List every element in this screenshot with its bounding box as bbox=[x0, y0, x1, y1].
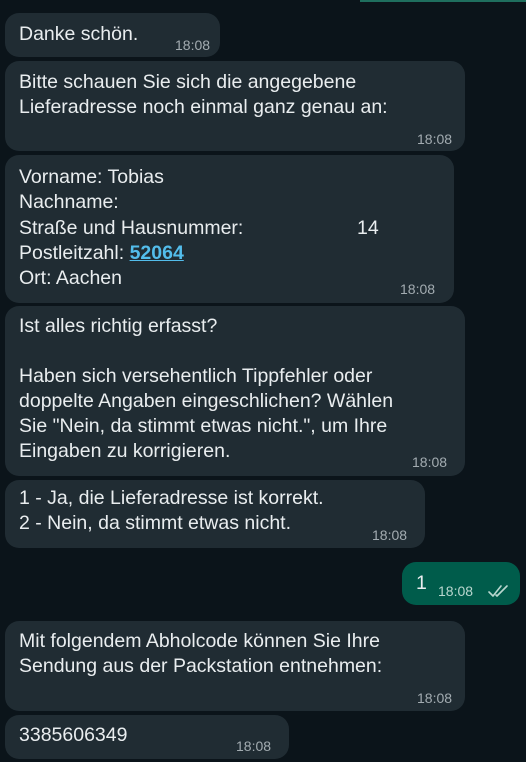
message-bubble-outgoing[interactable]: 1 18:08 bbox=[402, 562, 520, 605]
message-time: 18:08 bbox=[236, 738, 272, 754]
message-bubble-incoming[interactable]: Danke schön. 18:08 bbox=[5, 13, 220, 57]
message-text: Mit folgendem Abholcode können Sie Ihre … bbox=[19, 630, 383, 677]
address-postal-line: Postleitzahl: 52064 bbox=[19, 241, 184, 266]
message-text: Bitte schauen Sie sich die angegebene Li… bbox=[19, 71, 388, 118]
message-time: 18:08 bbox=[412, 454, 448, 470]
address-city: Ort: Aachen bbox=[19, 267, 122, 289]
message-time: 18:08 bbox=[175, 37, 211, 53]
message-bubble-incoming[interactable]: Ist alles richtig erfasst? Haben sich ve… bbox=[5, 306, 465, 476]
message-time: 18:08 bbox=[372, 527, 408, 543]
message-time: 18:08 bbox=[417, 690, 453, 706]
address-street-number: 14 bbox=[357, 217, 379, 239]
message-bubble-incoming[interactable]: Bitte schauen Sie sich die angegebene Li… bbox=[5, 61, 465, 151]
message-time: 18:08 bbox=[417, 131, 453, 147]
address-postal-label: Postleitzahl: bbox=[19, 242, 130, 264]
outgoing-bubble-edge bbox=[360, 0, 526, 2]
pickup-code-text: 3385606349 bbox=[19, 724, 128, 746]
message-time: 18:08 bbox=[438, 583, 474, 599]
message-text: Danke schön. bbox=[19, 23, 139, 45]
message-bubble-incoming[interactable]: 1 - Ja, die Lieferadresse ist korrekt. 2… bbox=[5, 480, 425, 548]
message-bubble-incoming[interactable]: Mit folgendem Abholcode können Sie Ihre … bbox=[5, 621, 465, 711]
message-text: 1 - Ja, die Lieferadresse ist korrekt. 2… bbox=[19, 487, 324, 534]
postal-code-link[interactable]: 52064 bbox=[130, 242, 184, 264]
message-text: 1 bbox=[416, 572, 427, 594]
message-text: Ist alles richtig erfasst? Haben sich ve… bbox=[19, 315, 394, 462]
address-street-label: Straße und Hausnummer: bbox=[19, 217, 244, 239]
message-bubble-incoming[interactable]: Vorname: Tobias Nachname: Straße und Hau… bbox=[5, 155, 454, 303]
address-last-name: Nachname: bbox=[19, 191, 119, 213]
message-time: 18:08 bbox=[400, 281, 436, 297]
address-first-name: Vorname: Tobias bbox=[19, 166, 164, 188]
double-check-icon bbox=[488, 585, 508, 597]
message-bubble-incoming[interactable]: 3385606349 18:08 bbox=[5, 715, 289, 759]
